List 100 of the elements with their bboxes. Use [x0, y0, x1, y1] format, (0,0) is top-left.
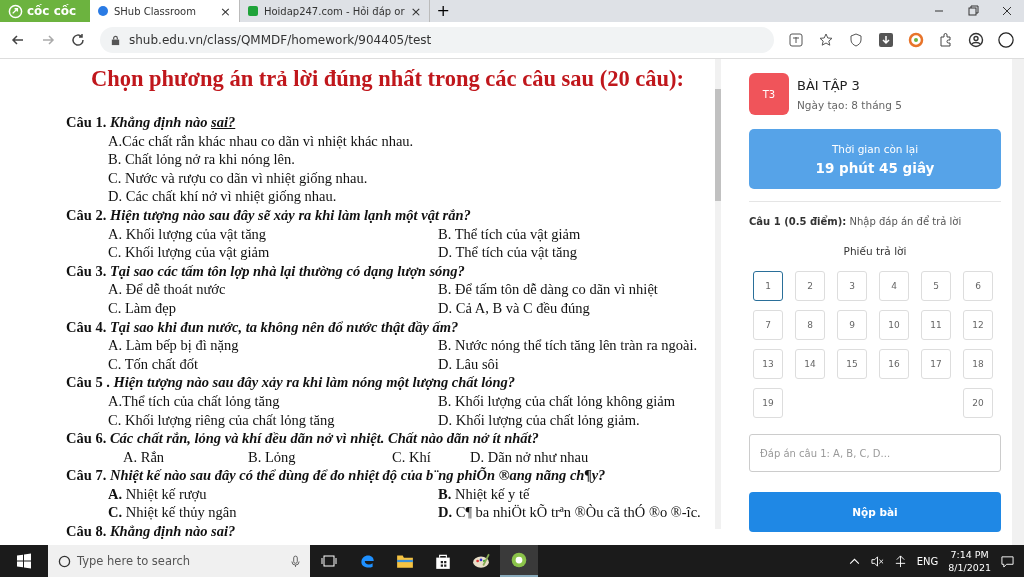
speaker-muted-icon[interactable] — [870, 554, 884, 568]
browser-tab[interactable]: SHub Classroom × — [90, 0, 240, 22]
star-icon[interactable] — [818, 32, 834, 48]
question-number-button[interactable]: 4 — [879, 271, 909, 301]
address-bar[interactable]: shub.edu.vn/class/QMMDF/homework/904405/test — [100, 27, 774, 53]
answer-option: C. Khối lượng của vật giảm — [108, 243, 398, 262]
question-number-button[interactable]: 10 — [879, 310, 909, 340]
scrollbar-drawing[interactable] — [715, 59, 721, 529]
answer-option: B. Nhiệt kế y tế — [438, 484, 735, 504]
page-scrollbar[interactable] — [1012, 59, 1024, 545]
question-number-button[interactable]: 5 — [921, 271, 951, 301]
question-number-button[interactable]: 12 — [963, 310, 993, 340]
answer-option: D. C¶ ba nhiÖt kÕ trªn ®Òu cã thÓ ®o ®-îc. — [438, 503, 735, 523]
submit-button[interactable]: Nộp bài — [749, 492, 1001, 532]
question-number-button[interactable]: 9 — [837, 310, 867, 340]
answer-option: B. Khối lượng của chất lỏng không giảm — [438, 391, 735, 411]
circle-icon[interactable] — [998, 32, 1014, 48]
answer-option: A.Thể tích của chất lỏng tăng — [108, 391, 398, 411]
close-tab-icon[interactable]: × — [410, 3, 422, 19]
answer-option: A.Các chất rắn khác nhau co dãn vì nhiệt khác nhau. — [108, 131, 735, 151]
answer-option: D. Dãn nở như nhau — [470, 447, 735, 467]
clock-time[interactable]: 7:14 PM — [950, 548, 989, 561]
download-icon[interactable] — [878, 32, 894, 48]
question-text: Câu 1. Khẳng định nào sai? — [66, 113, 237, 132]
answer-option: C. Làm đẹp — [108, 298, 398, 318]
answer-option: B. Thể tích của vật giảm — [438, 224, 735, 244]
microphone-icon[interactable] — [291, 554, 300, 568]
answer-option: D. Các chất khí nở vì nhiệt giống nhau. — [108, 187, 735, 206]
assignment-title: BÀI TẬP 3 — [797, 77, 861, 93]
translate-icon[interactable] — [788, 32, 804, 48]
answer-option: B. Để tấm tôn dễ dàng co dãn vì nhiệt — [438, 280, 735, 299]
question-number-button[interactable]: 20 — [963, 388, 993, 418]
question-number-button[interactable]: 13 — [753, 349, 783, 379]
paint-palette-icon[interactable] — [472, 552, 490, 570]
question-text: Câu 3. Tại sao các tấm tôn lợp nhà lại thường có dạng lượn sóng? — [66, 261, 466, 281]
question-number-button[interactable]: 14 — [795, 349, 825, 379]
question-number-button[interactable]: 8 — [795, 310, 825, 340]
network-icon[interactable] — [893, 554, 907, 568]
question-number-button[interactable]: 18 — [963, 349, 993, 379]
close-icon[interactable] — [1000, 4, 1014, 18]
store-bag-icon[interactable] — [434, 552, 452, 570]
question-number-button[interactable]: 17 — [921, 349, 951, 379]
answer-option: A. Nhiệt kế rượu — [108, 484, 398, 504]
answer-option: A. Để dễ thoát nước — [108, 280, 398, 299]
answer-option: C. Nước và rượu co dãn vì nhiệt giống nhau. — [108, 168, 735, 188]
question-number-button[interactable]: 16 — [879, 349, 909, 379]
answer-option: C. Khí — [392, 447, 470, 467]
answer-option: C. Khối lượng riêng của chất lỏng tăng — [108, 410, 398, 430]
profile-icon[interactable] — [968, 32, 984, 48]
answer-sheet-title: Phiếu trả lời — [842, 245, 908, 257]
created-date: Ngày tạo: 8 tháng 5 — [797, 98, 902, 111]
question-number-button[interactable]: 15 — [837, 349, 867, 379]
question-text: Câu 7. Nhiệt kế nào sau đây có thể dùng để đo nhiệt độ của b¨ng phiÕn ®ang nãng ch¶y? — [66, 466, 607, 485]
worksheet-heading: Chọn phương án trả lời đúng nhất trong các câu sau (20 câu): — [89, 65, 686, 93]
answer-option: B. Chất lỏng nở ra khi nóng lên. — [108, 150, 735, 169]
question-text: Câu 5 . Hiện tượng nào sau đây xảy ra khi làm nóng một lượng chất lỏng? — [66, 373, 517, 392]
answer-option: D. Cả A, B và C đều đúng — [438, 298, 735, 318]
taskbar-app-button[interactable] — [500, 545, 538, 577]
answer-option: C. Nhiệt kế thủy ngân — [108, 503, 398, 523]
task-view-icon[interactable] — [320, 552, 338, 570]
question-number-button[interactable]: 6 — [963, 271, 993, 301]
reload-icon[interactable] — [70, 32, 86, 48]
question-number-button[interactable]: 11 — [921, 310, 951, 340]
answer-option: A. Khối lượng của vật tăng — [108, 224, 398, 244]
lock-icon — [110, 34, 121, 46]
puzzle-icon[interactable] — [938, 32, 954, 48]
question-number-button[interactable]: 19 — [753, 388, 783, 418]
language-indicator[interactable]: ENG — [916, 555, 939, 567]
restore-icon[interactable] — [966, 4, 980, 18]
clock-date[interactable]: 8/1/2021 — [948, 561, 991, 574]
class-badge: T3 — [749, 73, 789, 115]
browser-app-icon — [510, 551, 528, 569]
question-number-button[interactable]: 1 — [753, 271, 783, 301]
new-tab-button[interactable]: + — [430, 0, 456, 22]
answer-option: A. Rắn — [123, 447, 248, 467]
question-text: Câu 4. Tại sao khi đun nước, ta không nên đổ nước thật đầy ấm? — [66, 317, 460, 337]
answer-option: D. Khối lượng của chất lỏng giảm. — [438, 410, 735, 430]
taskbar-search-field[interactable]: Type here to search — [48, 545, 310, 577]
question-number-button[interactable]: 7 — [753, 310, 783, 340]
answer-option: B. Nước nóng thể tích tăng lên tràn ra ngoài. — [438, 336, 735, 355]
folder-icon[interactable] — [396, 552, 414, 570]
question-number-button[interactable]: 3 — [837, 271, 867, 301]
shield-icon[interactable] — [848, 32, 864, 48]
search-icon — [58, 554, 71, 568]
question-text: Câu 6. Các chất rắn, lỏng và khí đều dãn nở vì nhiệt. Chất nào dãn nở ít nhất? — [66, 429, 540, 448]
notification-icon[interactable] — [1001, 554, 1014, 568]
question-number-button[interactable]: 2 — [795, 271, 825, 301]
edge-browser-icon[interactable] — [358, 552, 376, 570]
answer-input-field[interactable]: Đáp án câu 1: A, B, C, D... — [749, 434, 1001, 472]
windows-start-icon[interactable] — [16, 553, 32, 569]
timer-label: Thời gian còn lại — [831, 142, 919, 155]
close-tab-icon[interactable]: × — [220, 3, 231, 19]
answer-option: C. Tốn chất đốt — [108, 354, 398, 374]
question-text: Câu 2. Hiện tượng nào sau đây sẽ xảy ra khi làm lạnh một vật rắn? — [66, 205, 472, 225]
timer-value: 19 phút 45 giây — [815, 159, 935, 176]
answer-option: D. Thể tích của vật tăng — [438, 243, 735, 262]
question-info: Câu 1 (0.5 điểm): Nhập đáp án để trả lời — [749, 216, 963, 227]
question-text: Câu 8. Khẳng định nào sai? — [66, 522, 237, 541]
answer-option: A. Làm bếp bị đì nặng — [108, 336, 398, 355]
extension-logo-icon[interactable] — [908, 32, 924, 48]
